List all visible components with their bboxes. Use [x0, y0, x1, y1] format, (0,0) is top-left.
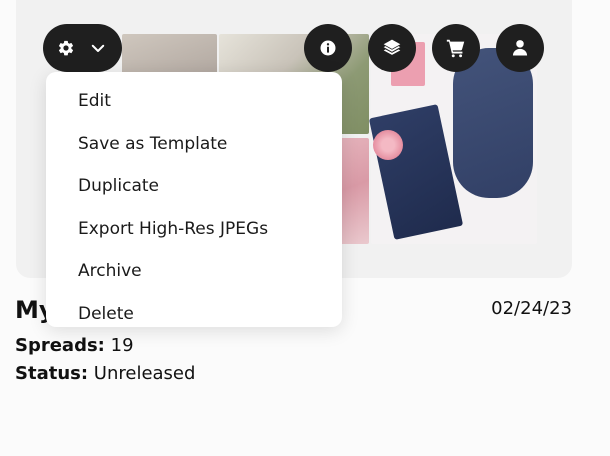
- status-label: Status:: [15, 363, 89, 384]
- menu-item-edit[interactable]: Edit: [46, 80, 342, 123]
- settings-menu: Edit Save as Template Duplicate Export H…: [46, 72, 342, 327]
- layers-icon: [382, 38, 402, 58]
- menu-item-save-as-template[interactable]: Save as Template: [46, 123, 342, 166]
- photo-detail: [373, 130, 403, 160]
- spreads-value: 19: [110, 335, 134, 356]
- user-button[interactable]: [496, 24, 544, 72]
- cart-icon: [445, 37, 467, 59]
- menu-item-archive[interactable]: Archive: [46, 250, 342, 293]
- menu-item-export-jpegs[interactable]: Export High-Res JPEGs: [46, 208, 342, 251]
- spreads-label: Spreads:: [15, 335, 105, 356]
- status-info: Status: Unreleased: [15, 363, 195, 384]
- user-icon: [510, 38, 530, 58]
- menu-item-delete[interactable]: Delete: [46, 293, 342, 336]
- status-value: Unreleased: [93, 363, 196, 384]
- chevron-down-icon: [89, 39, 107, 57]
- photo-detail: [368, 104, 464, 240]
- layers-button[interactable]: [368, 24, 416, 72]
- settings-dropdown-button[interactable]: [43, 24, 122, 72]
- gear-icon: [57, 39, 75, 57]
- project-date: 02/24/23: [491, 298, 572, 319]
- info-icon: [318, 38, 338, 58]
- spreads-info: Spreads: 19: [15, 335, 134, 356]
- info-button[interactable]: [304, 24, 352, 72]
- cart-button[interactable]: [432, 24, 480, 72]
- menu-item-duplicate[interactable]: Duplicate: [46, 165, 342, 208]
